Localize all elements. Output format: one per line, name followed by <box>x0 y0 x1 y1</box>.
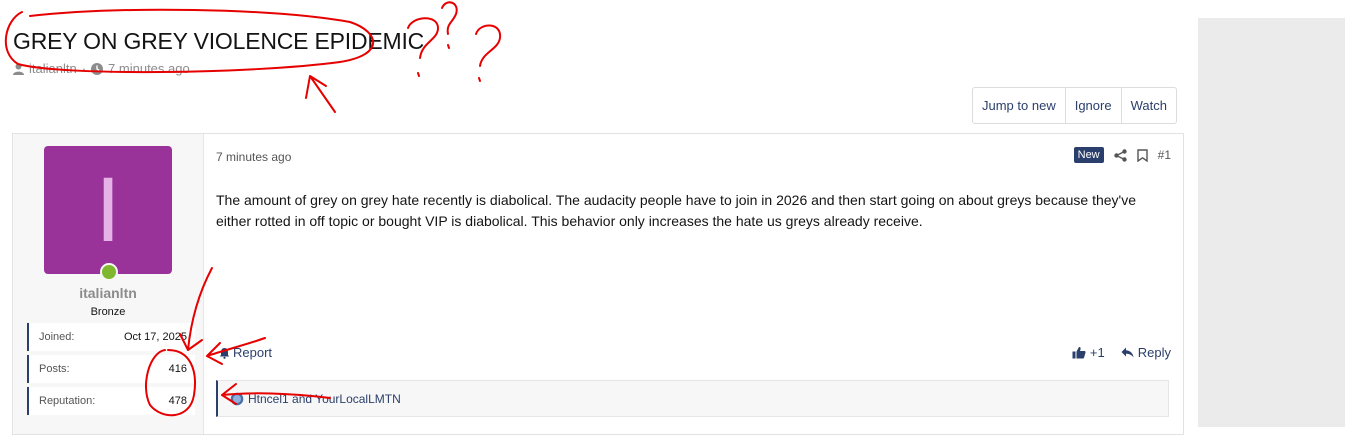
stat-joined: Joined: Oct 17, 2025 <box>27 323 195 351</box>
thread-author[interactable]: italianltn <box>29 61 77 76</box>
bookmark-icon[interactable] <box>1136 148 1148 162</box>
report-label: Report <box>233 345 273 360</box>
jump-to-new-button[interactable]: Jump to new <box>973 88 1066 123</box>
avatar-letter: I <box>95 159 121 261</box>
bell-icon <box>219 347 230 359</box>
annotation-question-1-dot <box>417 72 420 77</box>
thumbs-up-icon <box>1072 347 1086 359</box>
stat-value: 416 <box>168 363 187 375</box>
annotation-question-2 <box>441 1 458 35</box>
thread-time[interactable]: 7 minutes ago <box>108 61 190 76</box>
thread-button-group: Jump to new Ignore Watch <box>972 87 1177 124</box>
stat-value: Oct 17, 2025 <box>124 331 187 343</box>
stat-posts: Posts: 416 <box>27 355 195 383</box>
reply-icon <box>1121 347 1134 358</box>
stat-value: 478 <box>168 395 187 407</box>
reply-button[interactable]: Reply <box>1121 345 1171 360</box>
right-sidebar <box>1198 18 1345 427</box>
thread-meta: italianltn · 7 minutes ago <box>13 61 190 76</box>
reactions-summary[interactable]: Htncel1 and YourLocalLMTN <box>216 380 1169 417</box>
user-icon <box>13 63 24 75</box>
report-link[interactable]: Report <box>219 345 272 360</box>
reaction-icon <box>230 392 244 405</box>
clock-icon <box>91 62 104 75</box>
stat-label: Joined: <box>39 331 75 343</box>
watch-button[interactable]: Watch <box>1122 88 1176 123</box>
avatar[interactable]: I <box>44 146 172 274</box>
annotation-question-2-dot <box>447 44 450 49</box>
stat-label: Posts: <box>39 363 70 375</box>
reply-label: Reply <box>1137 345 1171 360</box>
stat-label: Reputation: <box>39 395 96 407</box>
share-icon[interactable] <box>1113 148 1127 162</box>
post-number[interactable]: #1 <box>1158 148 1171 162</box>
user-title: Bronze <box>90 306 126 318</box>
plus-one-label: +1 <box>1089 345 1105 360</box>
ignore-button[interactable]: Ignore <box>1066 88 1122 123</box>
post-username[interactable]: italianltn <box>13 285 203 301</box>
like-button[interactable]: +1 <box>1072 345 1105 360</box>
page-title: GREY ON GREY VIOLENCE EPIDEMIC <box>13 28 425 54</box>
reaction-bar: +1 Reply <box>1072 345 1171 360</box>
stat-reputation: Reputation: 478 <box>27 387 195 415</box>
post: I italianltn Bronze Joined: Oct 17, 2025… <box>12 133 1184 435</box>
annotation-arrow-up <box>305 75 336 113</box>
reactions-users: Htncel1 and YourLocalLMTN <box>248 391 401 406</box>
post-body: The amount of grey on grey hate recently… <box>216 192 1137 229</box>
new-badge: New <box>1073 147 1104 163</box>
post-actions: New #1 <box>1073 147 1171 163</box>
annotation-question-3 <box>475 24 502 67</box>
annotation-question-3-dot <box>478 77 481 82</box>
online-status-indicator <box>100 263 118 281</box>
post-date[interactable]: 7 minutes ago <box>216 150 291 164</box>
post-user-cell: I italianltn Bronze Joined: Oct 17, 2025… <box>13 134 204 434</box>
meta-separator: · <box>81 61 87 76</box>
